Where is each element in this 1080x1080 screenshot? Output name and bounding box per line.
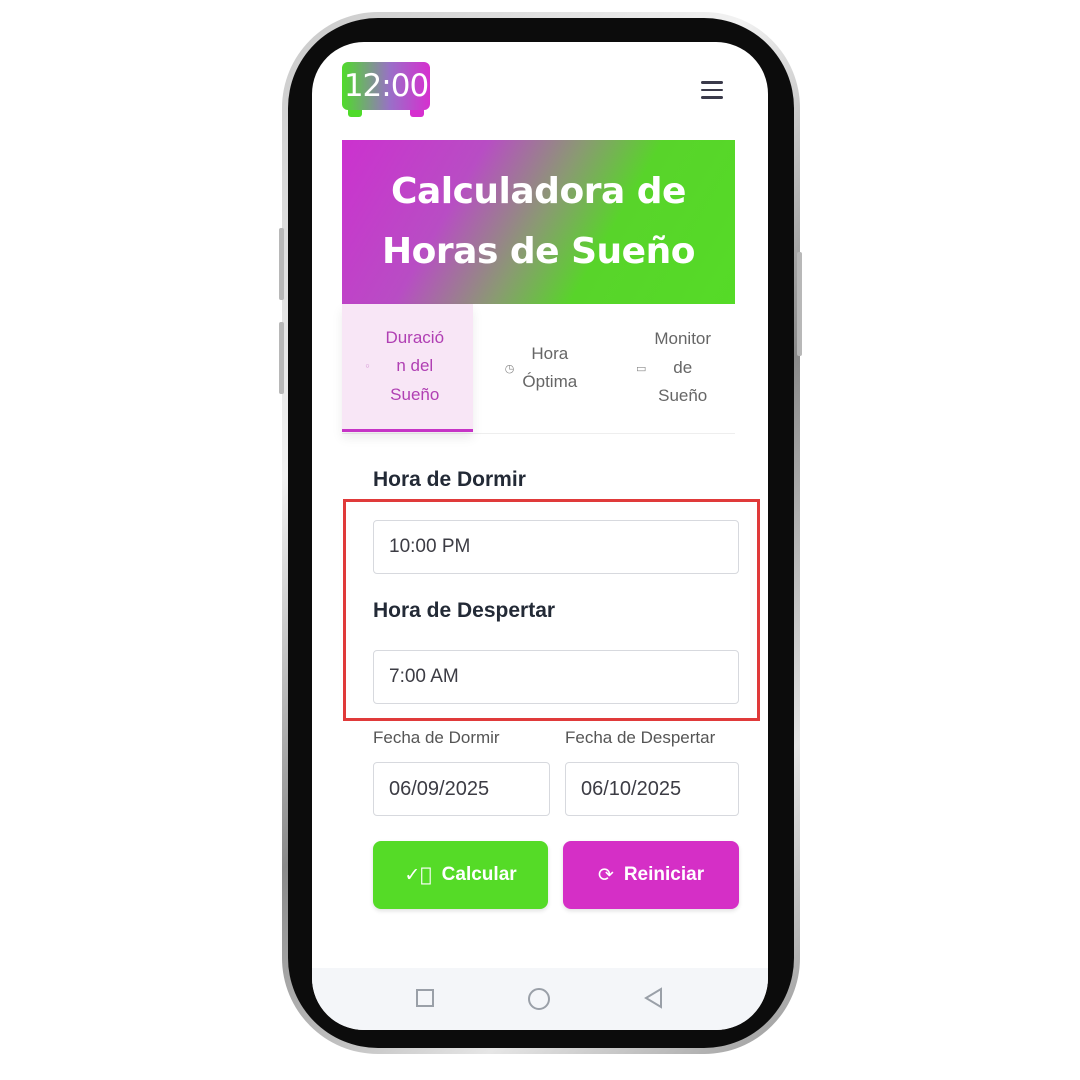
logo-clock-foot-right xyxy=(410,110,424,117)
phone-screen: 12:00 Calculadora de Horas de Sueño ◦ Du… xyxy=(312,42,768,1030)
calendar-icon: ▭ xyxy=(635,361,647,375)
moon-icon: ◦ xyxy=(364,360,371,373)
sleep-date-label: Fecha de Dormir xyxy=(373,728,500,747)
hamburger-menu-icon[interactable] xyxy=(701,81,723,99)
clock-icon: ◷ xyxy=(504,361,515,375)
page-title: Calculadora de Horas de Sueño xyxy=(382,171,695,272)
phone-button-volume-up xyxy=(279,228,284,300)
calculate-button[interactable]: ✓⃝ Calcular xyxy=(373,841,548,909)
calculate-button-label: Calcular xyxy=(441,864,517,885)
recent-apps-icon[interactable] xyxy=(416,989,434,1007)
wake-date-label: Fecha de Despertar xyxy=(565,728,716,747)
tab-sleep-duration[interactable]: ◦ Duració n del Sueño xyxy=(342,304,473,432)
logo-clock-foot-left xyxy=(348,110,362,117)
phone-button-power xyxy=(797,252,802,356)
tab-sleep-duration-label: Duració n del Sueño xyxy=(385,327,445,404)
back-icon[interactable] xyxy=(643,987,665,1009)
reset-button[interactable]: ⟳ Reiniciar xyxy=(563,841,739,909)
tab-optimal-time-label: Hora Óptima xyxy=(522,343,578,392)
title-banner: Calculadora de Horas de Sueño xyxy=(342,140,735,304)
android-nav-bar xyxy=(312,968,768,1030)
check-circle-icon: ✓⃝ xyxy=(404,864,432,886)
tab-optimal-time[interactable]: ◷ Hora Óptima xyxy=(482,304,600,432)
home-icon[interactable] xyxy=(528,988,550,1010)
tab-sleep-monitor-label: Monitor de Sueño xyxy=(654,329,712,406)
bedtime-label: Hora de Dormir xyxy=(373,468,526,491)
phone-mockup: 12:00 Calculadora de Horas de Sueño ◦ Du… xyxy=(0,0,1080,1080)
phone-button-volume-down xyxy=(279,322,284,394)
highlight-box xyxy=(343,499,760,721)
refresh-icon: ⟳ xyxy=(597,864,614,886)
sleep-date-input[interactable]: 06/09/2025 xyxy=(373,762,550,816)
reset-button-label: Reiniciar xyxy=(623,864,705,885)
logo-clock-display: 12:00 xyxy=(342,62,430,110)
tab-sleep-monitor[interactable]: ▭ Monitor de Sueño xyxy=(612,304,735,432)
wake-date-input[interactable]: 06/10/2025 xyxy=(565,762,739,816)
app-logo[interactable]: 12:00 xyxy=(342,62,430,118)
tab-bar: ◦ Duració n del Sueño ◷ Hora Óptima ▭ Mo… xyxy=(342,304,735,434)
